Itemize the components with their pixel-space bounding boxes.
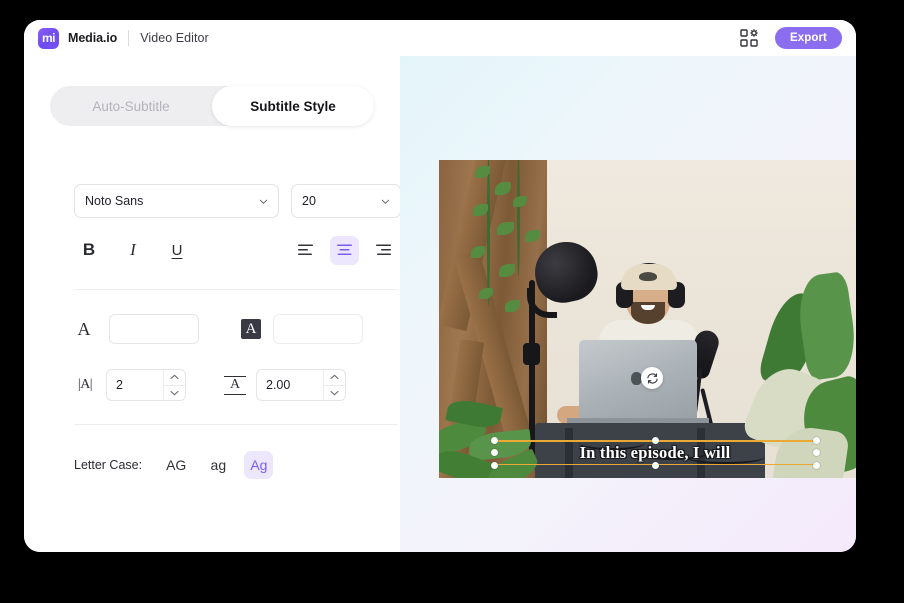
refresh-button[interactable]: [641, 367, 663, 389]
resize-handle-top-center[interactable]: [651, 436, 659, 444]
letter-spacing-increment[interactable]: [164, 370, 185, 385]
font-family-select[interactable]: Noto Sans: [74, 184, 279, 218]
brand-divider: [128, 30, 130, 46]
letter-spacing-value[interactable]: 2: [107, 370, 163, 400]
resize-handle-middle-right[interactable]: [812, 449, 820, 456]
format-row: B I U: [74, 234, 398, 266]
top-bar: mi Media.io Video Editor Export: [24, 20, 856, 56]
subtitle-text[interactable]: In this episode, I will: [494, 443, 816, 463]
font-row: Noto Sans 20: [74, 184, 401, 218]
align-center-icon: [337, 244, 352, 255]
letter-spacing-stepper[interactable]: 2: [106, 369, 186, 401]
chevron-down-icon: [330, 390, 339, 395]
panel-tabs: Auto-Subtitle Subtitle Style: [50, 86, 374, 126]
letter-spacing-decrement[interactable]: [164, 384, 185, 401]
line-height-value[interactable]: 2.00: [257, 370, 323, 400]
align-left-button[interactable]: [291, 236, 320, 265]
letter-case-uppercase[interactable]: AG: [160, 451, 192, 479]
panel-divider: [74, 424, 398, 425]
letter-spacing-icon: |A|: [77, 377, 93, 392]
letter-case-capitalize[interactable]: Ag: [244, 451, 274, 479]
font-size-select[interactable]: 20: [291, 184, 401, 218]
alignment-group: [291, 235, 398, 265]
bold-button[interactable]: B: [74, 235, 104, 265]
line-height-icon: A: [224, 375, 246, 395]
line-height-decrement[interactable]: [324, 384, 345, 401]
background-color-swatch[interactable]: [273, 314, 363, 344]
letter-case-label: Letter Case:: [74, 458, 143, 472]
underline-button[interactable]: U: [162, 235, 192, 265]
subtitle-style-panel: Auto-Subtitle Subtitle Style Noto Sans 2…: [24, 56, 401, 552]
letter-case-row: Letter Case: AG ag Ag: [74, 449, 398, 481]
resize-handle-bottom-right[interactable]: [812, 461, 820, 469]
resize-handle-top-right[interactable]: [812, 436, 820, 444]
resize-handle-top-left[interactable]: [490, 436, 498, 444]
export-button[interactable]: Export: [774, 27, 842, 49]
resize-handle-bottom-left[interactable]: [490, 461, 498, 469]
align-right-icon: [376, 244, 391, 255]
align-center-button[interactable]: [330, 235, 359, 265]
chevron-down-icon: [170, 390, 179, 395]
background-color-icon: A: [241, 319, 261, 339]
align-right-button[interactable]: [369, 236, 398, 265]
media-io-logo: mi: [38, 27, 59, 49]
letter-spacing-arrows: [163, 370, 185, 400]
letter-case-lowercase[interactable]: ag: [204, 451, 232, 479]
spacing-row: |A| 2 A 2.00: [74, 369, 398, 401]
brand-name: Media.io: [68, 31, 118, 45]
line-height-stepper[interactable]: 2.00: [256, 369, 346, 401]
align-left-icon: [298, 244, 313, 255]
text-color-swatch[interactable]: [109, 314, 199, 344]
italic-button[interactable]: I: [118, 235, 148, 265]
microphone-clamp: [523, 343, 540, 365]
product-name: Video Editor: [140, 31, 209, 45]
preview-panel: In this episode, I will: [400, 56, 856, 552]
cap-logo: [639, 272, 657, 281]
color-row: A A: [74, 312, 398, 346]
screenshot-stage: mi Media.io Video Editor Export Auto-Sub…: [0, 0, 904, 603]
video-preview[interactable]: In this episode, I will: [439, 160, 856, 478]
subtitle-selection-box[interactable]: In this episode, I will: [490, 436, 820, 469]
topbar-actions: Export: [740, 27, 842, 49]
resize-handle-bottom-center[interactable]: [651, 461, 659, 469]
line-height-arrows: [323, 370, 345, 400]
chevron-down-icon: [259, 199, 268, 204]
chevron-down-icon: [381, 199, 390, 204]
font-family-value: Noto Sans: [85, 194, 144, 208]
tab-subtitle-style[interactable]: Subtitle Style: [212, 86, 374, 126]
app-window: mi Media.io Video Editor Export Auto-Sub…: [24, 20, 856, 552]
text-color-icon: A: [77, 319, 91, 339]
font-size-value: 20: [302, 194, 316, 208]
line-height-increment[interactable]: [324, 370, 345, 385]
tab-auto-subtitle[interactable]: Auto-Subtitle: [50, 86, 212, 126]
chevron-up-icon: [330, 375, 339, 380]
resize-handle-middle-left[interactable]: [490, 449, 498, 456]
refresh-icon: [646, 372, 658, 384]
chevron-up-icon: [170, 375, 179, 380]
panel-divider: [74, 289, 398, 290]
grid-gear-icon[interactable]: [740, 29, 758, 47]
